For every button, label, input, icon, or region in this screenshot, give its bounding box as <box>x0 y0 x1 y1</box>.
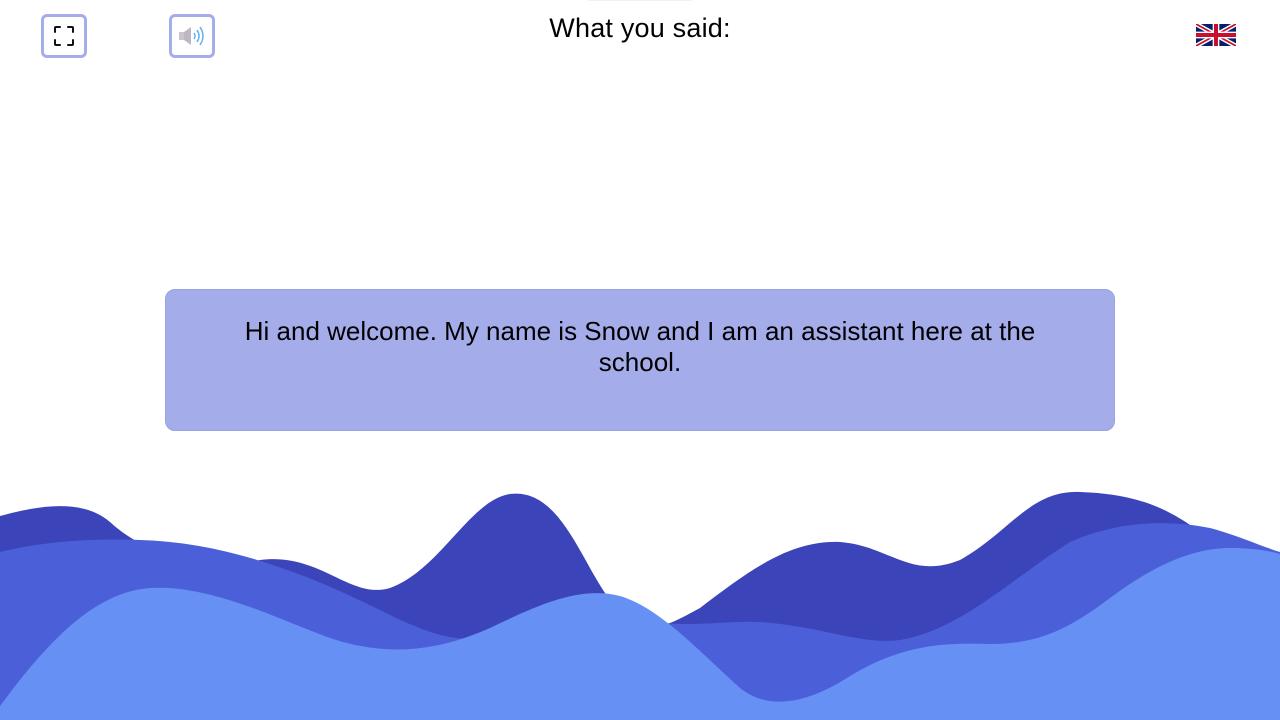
uk-flag-icon <box>1194 21 1238 50</box>
transcript-text: Hi and welcome. My name is Snow and I am… <box>244 316 1036 377</box>
speech-transcript-box: Hi and welcome. My name is Snow and I am… <box>165 289 1115 431</box>
decorative-waves <box>0 491 1280 720</box>
page-title: What you said: <box>549 13 731 43</box>
language-flag-button[interactable] <box>1194 21 1238 49</box>
app-screen: What you said: Hi and welcome. My name i… <box>0 0 1280 720</box>
top-pull-tab <box>586 0 694 1</box>
